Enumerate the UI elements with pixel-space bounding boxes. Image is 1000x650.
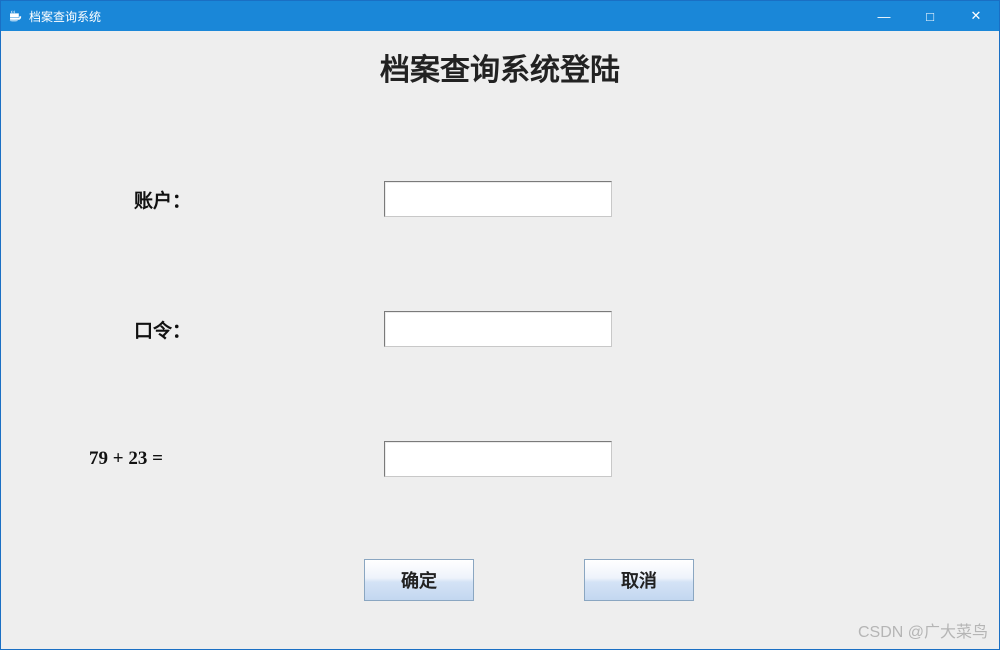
ok-button[interactable]: 确定 bbox=[364, 559, 474, 601]
window-controls: — □ ✕ bbox=[861, 1, 999, 31]
login-panel: 档案查询系统登陆 账户： 口令： 79 + 23 = 确定 取消 bbox=[9, 39, 991, 641]
page-title: 档案查询系统登陆 bbox=[9, 39, 991, 89]
java-cup-icon bbox=[7, 8, 23, 24]
password-input[interactable] bbox=[384, 311, 612, 347]
password-label: 口令： bbox=[134, 316, 191, 343]
titlebar[interactable]: 档案查询系统 — □ ✕ bbox=[1, 1, 999, 31]
app-window: 档案查询系统 — □ ✕ 档案查询系统登陆 账户： 口令： 79 + 23 = bbox=[0, 0, 1000, 650]
close-button[interactable]: ✕ bbox=[953, 1, 999, 31]
captcha-input[interactable] bbox=[384, 441, 612, 477]
captcha-label: 79 + 23 = bbox=[89, 448, 163, 470]
cancel-button[interactable]: 取消 bbox=[584, 559, 694, 601]
content-area: 档案查询系统登陆 账户： 口令： 79 + 23 = 确定 取消 bbox=[1, 31, 999, 649]
minimize-button[interactable]: — bbox=[861, 1, 907, 31]
account-input[interactable] bbox=[384, 181, 612, 217]
maximize-button[interactable]: □ bbox=[907, 1, 953, 31]
account-label: 账户： bbox=[134, 186, 191, 213]
window-title: 档案查询系统 bbox=[29, 8, 101, 25]
